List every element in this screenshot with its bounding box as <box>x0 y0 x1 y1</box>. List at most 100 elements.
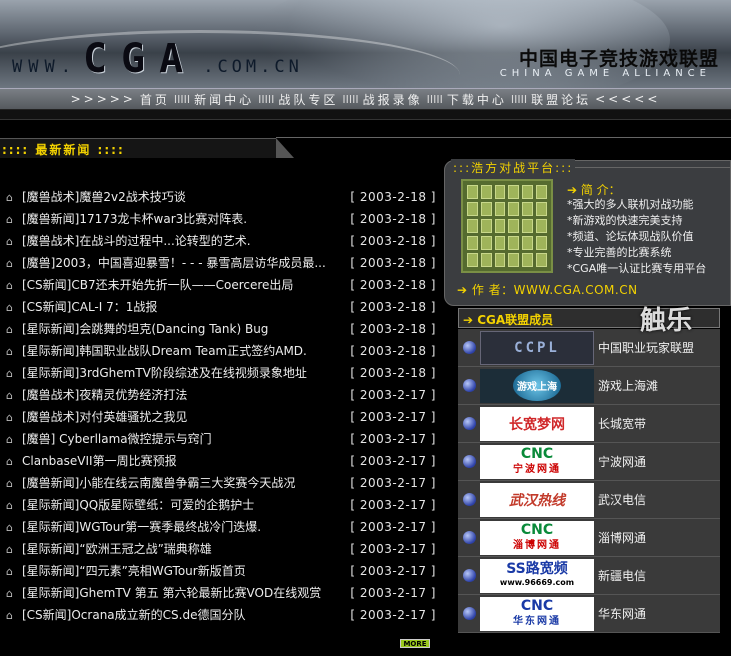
bullet-icon <box>458 493 480 506</box>
nav-trail: <<<<< <box>595 92 661 106</box>
member-name[interactable]: 淄博网通 <box>594 529 720 546</box>
news-title[interactable]: [魔兽战术]夜精灵优势经济打法 <box>22 387 344 403</box>
member-name[interactable]: 长城宽带 <box>594 415 720 432</box>
member-row[interactable]: SS路宽频 www.96669.com 新疆电信 <box>458 557 720 595</box>
news-title[interactable]: [星际新闻]3rdGhemTV阶段综述及在线视频录象地址 <box>22 365 344 381</box>
more-button[interactable]: MORE <box>400 639 430 648</box>
member-logo[interactable]: 长宽梦网 <box>480 406 594 441</box>
member-logo[interactable]: 武汉热线 <box>480 482 594 517</box>
nav-item-replays[interactable]: 战报录像 <box>363 91 423 108</box>
news-item[interactable]: ⌂ [星际新闻]WGTour第一赛季最终战冷门迭爆. [ 2003-2-17 ] <box>6 517 436 539</box>
nav-item-downloads[interactable]: 下载中心 <box>447 91 507 108</box>
news-list: ⌂ [魔兽战术]魔兽2v2战术技巧谈 [ 2003-2-18 ] ⌂ [魔兽新闻]171… <box>6 187 436 627</box>
member-row[interactable]: CNC 华东网通 华东网通 <box>458 595 720 633</box>
bullet-icon <box>458 379 480 392</box>
news-date: [ 2003-2-17 ] <box>350 608 436 622</box>
news-item[interactable]: ⌂ [魔兽战术]夜精灵优势经济打法 [ 2003-2-17 ] <box>6 385 436 407</box>
news-title[interactable]: [星际新闻]“四元素”亮相WGTour新版首页 <box>22 563 344 579</box>
news-title[interactable]: [魔兽新闻]17173龙卡杯war3比赛对阵表. <box>22 211 344 227</box>
news-item[interactable]: ⌂ [星际新闻]韩国职业战队Dream Team正式签约AMD. [ 2003-2-… <box>6 341 436 363</box>
news-title[interactable]: [CS新闻]CB7还未开始先折一队——Coercere出局 <box>22 277 344 293</box>
member-row[interactable]: 长宽梦网 长城宽带 <box>458 405 720 443</box>
platform-author-link[interactable]: ➔ 作 者：WWW.CGA.COM.CN <box>457 281 638 298</box>
platform-header-line <box>570 167 730 168</box>
header-banner: WWW. CGA .COM.CN 中国电子竞技游戏联盟 CHINA GAME A… <box>0 0 731 88</box>
news-item[interactable]: ⌂ [魔兽战术]对付英雄骚扰之我见 [ 2003-2-17 ] <box>6 407 436 429</box>
news-item[interactable]: ⌂ [星际新闻]“欧洲王冠之战”瑞典称雄 [ 2003-2-17 ] <box>6 539 436 561</box>
news-item[interactable]: ⌂ [魔兽] Cyberllama微控提示与窍门 [ 2003-2-17 ] <box>6 429 436 451</box>
news-item[interactable]: ⌂ ClanbaseVII第一周比赛预报 [ 2003-2-17 ] <box>6 451 436 473</box>
news-date: [ 2003-2-17 ] <box>350 432 436 446</box>
news-item[interactable]: ⌂ [魔兽]2003，中国喜迎暴雪！- - - 暴雪高层访华成员最... [ 200… <box>6 253 436 275</box>
nav-item-home[interactable]: 首页 <box>140 91 170 108</box>
home-icon: ⌂ <box>6 389 13 402</box>
news-date: [ 2003-2-17 ] <box>350 410 436 424</box>
news-item[interactable]: ⌂ [星际新闻]QQ版星际壁纸：可爱的企鹅护士 [ 2003-2-17 ] <box>6 495 436 517</box>
news-date: [ 2003-2-17 ] <box>350 498 436 512</box>
member-name[interactable]: 华东网通 <box>594 605 720 622</box>
member-logo[interactable]: SS路宽频 www.96669.com <box>480 558 594 593</box>
member-name[interactable]: 宁波网通 <box>594 453 720 470</box>
news-title[interactable]: [魔兽战术]魔兽2v2战术技巧谈 <box>22 189 344 205</box>
home-icon: ⌂ <box>6 543 13 556</box>
member-logo[interactable]: CCPL <box>480 330 594 365</box>
member-logo[interactable]: CNC 宁波网通 <box>480 444 594 479</box>
home-icon: ⌂ <box>6 301 13 314</box>
news-title[interactable]: [星际新闻]QQ版星际壁纸：可爱的企鹅护士 <box>22 497 344 513</box>
member-row[interactable]: 游戏上海 游戏上海滩 <box>458 367 720 405</box>
platform-screenshot[interactable] <box>461 179 553 273</box>
logo-domain: .COM.CN <box>203 57 303 77</box>
news-title[interactable]: [星际新闻]“欧洲王冠之战”瑞典称雄 <box>22 541 344 557</box>
news-date: [ 2003-2-18 ] <box>350 190 436 204</box>
nav-item-teams[interactable]: 战队专区 <box>278 91 338 108</box>
news-item[interactable]: ⌂ [CS新闻]CB7还未开始先折一队——Coercere出局 [ 2003-2-1… <box>6 275 436 297</box>
news-title[interactable]: [CS新闻]Ocrana成立新的CS.de德国分队 <box>22 607 344 623</box>
bullet-icon <box>458 569 480 582</box>
news-item[interactable]: ⌂ [魔兽新闻]17173龙卡杯war3比赛对阵表. [ 2003-2-18 ] <box>6 209 436 231</box>
news-title[interactable]: [魔兽]2003，中国喜迎暴雪！- - - 暴雪高层访华成员最... <box>22 255 344 271</box>
news-item[interactable]: ⌂ [魔兽战术]魔兽2v2战术技巧谈 [ 2003-2-18 ] <box>6 187 436 209</box>
news-date: [ 2003-2-18 ] <box>350 322 436 336</box>
member-logo-subtext: 淄博网通 <box>513 539 561 551</box>
member-name[interactable]: 游戏上海滩 <box>594 377 720 394</box>
member-logo-text: CNC <box>520 521 554 538</box>
nav-item-forum[interactable]: 联盟论坛 <box>531 91 591 108</box>
member-row[interactable]: CNC 淄博网通 淄博网通 <box>458 519 720 557</box>
news-item[interactable]: ⌂ [CS新闻]Ocrana成立新的CS.de德国分队 [ 2003-2-17 ] <box>6 605 436 627</box>
news-title[interactable]: [魔兽新闻]小能在线云南魔兽争霸三大奖赛今天战况 <box>22 475 344 491</box>
news-title[interactable]: [魔兽] Cyberllama微控提示与窍门 <box>22 431 344 447</box>
news-title[interactable]: [魔兽战术]在战斗的过程中...论转型的艺术. <box>22 233 344 249</box>
feature-item: *CGA唯一认证比赛专用平台 <box>567 262 707 275</box>
home-icon: ⌂ <box>6 609 13 622</box>
news-title[interactable]: [CS新闻]CAL-I 7：1战报 <box>22 299 344 315</box>
news-title[interactable]: [星际新闻]GhemTV 第五 第六轮最新比赛VOD在线观赏 <box>22 585 344 601</box>
news-title[interactable]: [魔兽战术]对付英雄骚扰之我见 <box>22 409 344 425</box>
news-item[interactable]: ⌂ [魔兽战术]在战斗的过程中...论转型的艺术. [ 2003-2-18 ] <box>6 231 436 253</box>
news-item[interactable]: ⌂ [魔兽新闻]小能在线云南魔兽争霸三大奖赛今天战况 [ 2003-2-17 ] <box>6 473 436 495</box>
nav-separator: IIIII <box>173 92 191 106</box>
news-title[interactable]: [星际新闻]WGTour第一赛季最终战冷门迭爆. <box>22 519 344 535</box>
nav-item-news[interactable]: 新闻中心 <box>194 91 254 108</box>
news-item[interactable]: ⌂ [星际新闻]“四元素”亮相WGTour新版首页 [ 2003-2-17 ] <box>6 561 436 583</box>
news-item[interactable]: ⌂ [CS新闻]CAL-I 7：1战报 [ 2003-2-18 ] <box>6 297 436 319</box>
home-icon: ⌂ <box>6 587 13 600</box>
news-date: [ 2003-2-17 ] <box>350 586 436 600</box>
home-icon: ⌂ <box>6 213 13 226</box>
member-row[interactable]: CNC 宁波网通 宁波网通 <box>458 443 720 481</box>
news-item[interactable]: ⌂ [星际新闻]GhemTV 第五 第六轮最新比赛VOD在线观赏 [ 2003-2-… <box>6 583 436 605</box>
member-logo[interactable]: CNC 淄博网通 <box>480 520 594 555</box>
member-logo[interactable]: CNC 华东网通 <box>480 596 594 631</box>
member-name[interactable]: 武汉电信 <box>594 491 720 508</box>
news-title[interactable]: ClanbaseVII第一周比赛预报 <box>22 453 344 469</box>
news-date: [ 2003-2-18 ] <box>350 344 436 358</box>
news-title[interactable]: [星际新闻]韩国职业战队Dream Team正式签约AMD. <box>22 343 344 359</box>
member-name[interactable]: 新疆电信 <box>594 567 720 584</box>
news-date: [ 2003-2-17 ] <box>350 564 436 578</box>
cga-logo[interactable]: WWW. CGA .COM.CN <box>12 36 303 82</box>
news-title[interactable]: [星际新闻]会跳舞的坦克(Dancing Tank) Bug <box>22 321 344 337</box>
member-row[interactable]: 武汉热线 武汉电信 <box>458 481 720 519</box>
news-item[interactable]: ⌂ [星际新闻]会跳舞的坦克(Dancing Tank) Bug [ 2003-2-… <box>6 319 436 341</box>
member-logo-text: CNC <box>520 445 554 462</box>
member-logo[interactable]: 游戏上海 <box>480 368 594 403</box>
news-item[interactable]: ⌂ [星际新闻]3rdGhemTV阶段综述及在线视频录象地址 [ 2003-2-18… <box>6 363 436 385</box>
